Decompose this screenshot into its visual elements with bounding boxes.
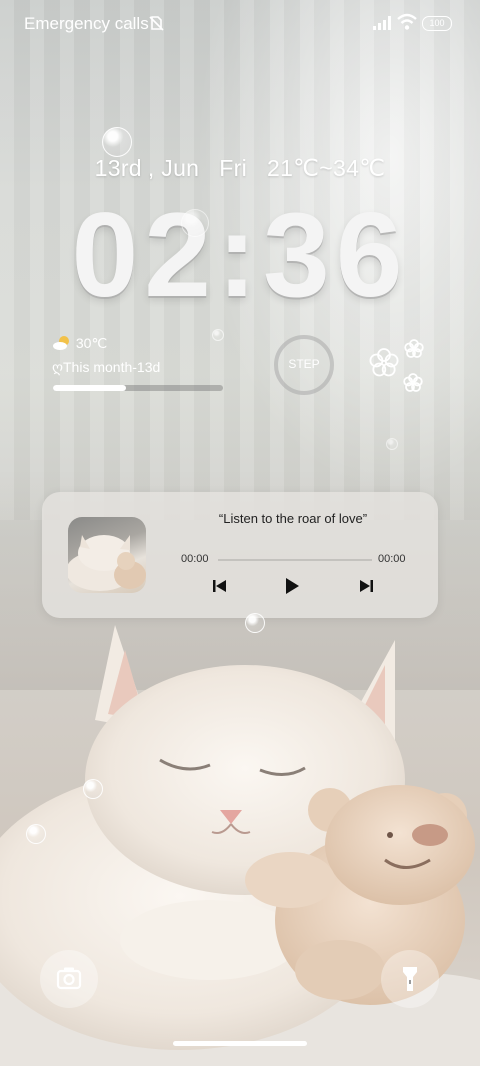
month-progress-fill [53,385,127,391]
album-cover-art [68,535,146,591]
no-sim-icon [149,16,164,31]
home-indicator[interactable] [173,1041,307,1046]
elapsed-time: 00:00 [181,553,209,565]
total-time: 00:00 [378,553,406,565]
signal-icon [373,16,391,30]
clock-time: 02:36 [71,188,409,322]
step-label: STEP [288,357,320,371]
lock-screen: Emergency calls 100 13rd, Jun Fri 21℃~34℃ … [0,0,480,1066]
album-cover[interactable] [68,517,146,593]
previous-icon[interactable] [210,576,230,596]
weather-temp-row: 30℃ [52,335,107,352]
step-counter[interactable]: STEP [274,335,334,395]
bubble-decoration [83,779,103,799]
date-day: 13rd [94,155,142,181]
month-label: ღThis month-13d [52,359,161,375]
flashlight-shortcut-button[interactable] [381,950,439,1008]
wifi-icon [397,13,417,30]
month-progress-bar [53,385,223,391]
bubble-decoration [181,209,209,237]
date-line: 13rd, Jun Fri 21℃~34℃ [0,155,480,182]
date-month: , Jun [147,155,200,181]
play-icon[interactable] [282,576,302,596]
next-icon[interactable] [356,576,376,596]
song-title: “Listen to the roar of love” [218,511,368,526]
status-bar: Emergency calls 100 [0,0,480,50]
weather-temp: 30℃ [75,335,108,351]
camera-icon [56,967,82,990]
flashlight-icon [403,967,417,991]
weekday: Fri [219,155,247,181]
seek-bar[interactable] [218,559,372,561]
bubble-decoration [102,127,132,157]
camera-shortcut-button[interactable] [40,950,98,1008]
battery-icon: 100 [422,16,452,31]
bubble-decoration [212,329,224,341]
temp-range: 21℃~34℃ [266,155,386,181]
bubble-decoration [386,438,398,450]
partly-cloudy-icon [53,336,69,350]
music-widget[interactable]: “Listen to the roar of love” 00:00 00:00 [42,492,438,618]
flower-icon[interactable] [366,337,430,397]
bubble-decoration [245,613,265,633]
carrier-text: Emergency calls [24,14,149,33]
battery-level: 100 [429,18,445,28]
bubble-decoration [26,824,46,844]
